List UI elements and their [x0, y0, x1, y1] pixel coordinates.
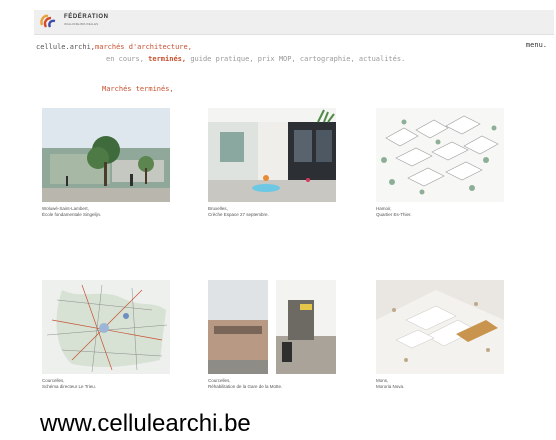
- project-image-school[interactable]: [42, 108, 170, 202]
- project-caption: Bruxelles, Crèche Espace 27 septembre.: [208, 206, 336, 218]
- nav-row-secondary: en cours, terminés, guide pratique, prix…: [36, 53, 405, 65]
- project-caption: Woluwé-Saint-Lambert, École fondamentale…: [42, 206, 170, 218]
- project-image-map[interactable]: [42, 280, 170, 374]
- project-caption: Courcelles, Réhabilitation de la Gare de…: [208, 378, 336, 390]
- menu-button[interactable]: menu.: [526, 41, 547, 49]
- section-title: Marchés terminés,: [102, 85, 174, 93]
- federation-logo-icon[interactable]: [39, 13, 57, 30]
- nav-link-en-cours[interactable]: en cours,: [106, 55, 144, 63]
- logo-text: FÉDÉRATION: [64, 14, 109, 20]
- top-bar: FÉDÉRATION WALLONIE-BRUXELLES: [34, 10, 554, 35]
- project-image-creche[interactable]: [208, 108, 336, 202]
- project-name: Schéma directeur Le Trieu.: [42, 384, 97, 389]
- nav-link-actualites[interactable]: actualités.: [359, 55, 405, 63]
- project-card[interactable]: Hamoir, Quartier Es-Thier.: [376, 108, 504, 218]
- project-card[interactable]: Bruxelles, Crèche Espace 27 septembre.: [208, 108, 336, 218]
- project-name: Mororia Nova.: [376, 384, 405, 389]
- project-image-station[interactable]: [208, 280, 336, 374]
- project-name: Réhabilitation de la Gare de la Motte.: [208, 384, 283, 389]
- nav-link-termines[interactable]: terminés,: [148, 55, 186, 63]
- project-image-housing[interactable]: [376, 108, 504, 202]
- main-nav: cellule.archi,marchés d'architecture, en…: [36, 41, 405, 65]
- project-caption: Courcelles, Schéma directeur Le Trieu.: [42, 378, 170, 390]
- project-card[interactable]: Courcelles, Réhabilitation de la Gare de…: [208, 280, 336, 390]
- nav-link-cartographie[interactable]: cartographie,: [300, 55, 355, 63]
- nav-link-prix-mop[interactable]: prix MOP,: [258, 55, 296, 63]
- nav-primary-link[interactable]: marchés d'architecture,: [95, 43, 192, 51]
- project-name: Quartier Es-Thier.: [376, 212, 412, 217]
- project-card[interactable]: Courcelles, Schéma directeur Le Trieu.: [42, 280, 170, 390]
- project-caption: Mons, Mororia Nova.: [376, 378, 504, 390]
- nav-site-link[interactable]: cellule.archi,: [36, 43, 95, 51]
- nav-row-primary: cellule.archi,marchés d'architecture,: [36, 41, 405, 53]
- project-image-model[interactable]: [376, 280, 504, 374]
- project-card[interactable]: Woluwé-Saint-Lambert, École fondamentale…: [42, 108, 170, 218]
- nav-link-guide-pratique[interactable]: guide pratique,: [190, 55, 253, 63]
- project-name: École fondamentale Singelijn.: [42, 212, 102, 217]
- project-card[interactable]: Mons, Mororia Nova.: [376, 280, 504, 390]
- project-caption: Hamoir, Quartier Es-Thier.: [376, 206, 504, 218]
- footer-url[interactable]: www.cellulearchi.be: [40, 410, 251, 438]
- project-name: Crèche Espace 27 septembre.: [208, 212, 269, 217]
- logo-subtext: WALLONIE-BRUXELLES: [64, 22, 99, 26]
